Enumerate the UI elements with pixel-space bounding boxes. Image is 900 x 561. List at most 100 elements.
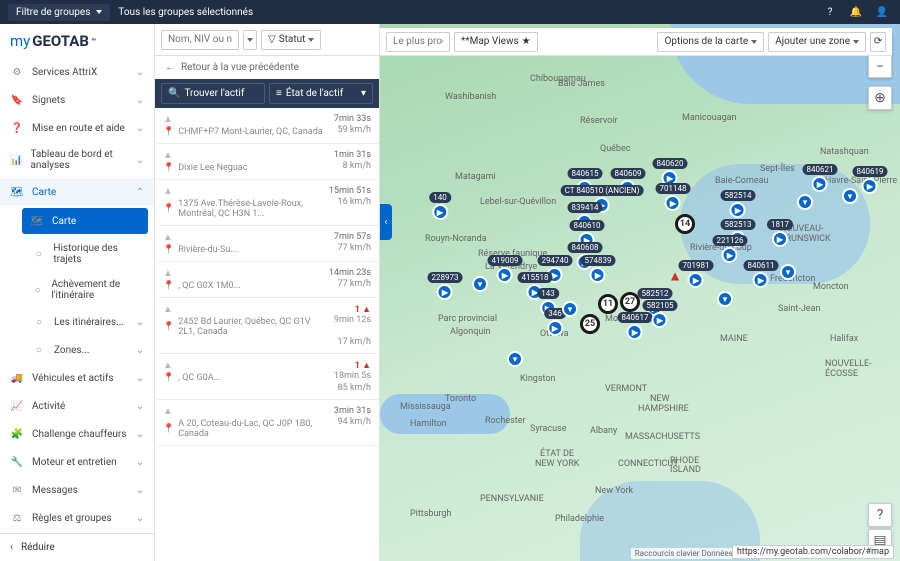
asset-item[interactable]: ▲7min 57s📍 Rivière-du-Su...77 km/h [155, 226, 379, 262]
chart-icon: 📈 [10, 399, 24, 413]
asset-item[interactable]: ▲1 ▲📍2452 Bd Laurier, Québec, QC G1V 2L1… [155, 298, 379, 354]
sidebar-sub-0[interactable]: 🗺Carte [22, 208, 148, 234]
asset-item[interactable]: ▲15min 51s📍1375 Ave.Thérèse-Lavoie-Roux,… [155, 180, 379, 226]
sidebar-item-9[interactable]: ✉Messages⌄ [0, 476, 154, 504]
map-marker[interactable]: 582105▶ [643, 300, 678, 328]
map-label: Réservoir [580, 116, 618, 126]
rules-icon: ⚖ [10, 511, 24, 525]
sidebar-item-4[interactable]: 🗺Carte⌃ [0, 178, 154, 206]
map-label: RHODE [670, 456, 699, 466]
map-marker[interactable]: ▼ [507, 351, 523, 367]
chevron-icon: ⌄ [136, 95, 144, 106]
map-marker[interactable]: 228973▶ [428, 272, 463, 300]
map-label: Moncton [813, 282, 849, 292]
map-label: Baie James [558, 79, 605, 89]
sidebar-sub-1[interactable]: ○Historique des trajets [22, 236, 154, 272]
asset-item[interactable]: ▲3min 31s📍A 20, Coteau-du-Lac, QC J0P 1B… [155, 400, 379, 446]
map-marker[interactable]: 701981▶ [679, 260, 714, 288]
map-cluster[interactable]: 27 [620, 292, 640, 312]
map-marker[interactable]: ▼ [780, 264, 796, 280]
engine-icon: 🔧 [10, 455, 24, 469]
locate-button[interactable]: ⊕ [868, 86, 892, 110]
map-cluster[interactable]: 11 [598, 294, 618, 314]
heading-icon: ▲ [163, 268, 173, 279]
find-asset-button[interactable]: 🔍 Trouver l'actif [161, 83, 265, 104]
heading-icon: ▲ [163, 406, 173, 417]
sidebar-sub-3[interactable]: ○Les itinéraires...⌄ [22, 308, 154, 336]
sidebar-item-8[interactable]: 🔧Moteur et entretien⌄ [0, 448, 154, 476]
map-label: MAINE [720, 334, 748, 344]
map-marker[interactable]: ▼ [717, 291, 733, 307]
refresh-button[interactable]: ⟳ [870, 32, 886, 52]
sidebar-item-6[interactable]: 📈Activité⌄ [0, 392, 154, 420]
pin-icon: 📍 [163, 163, 174, 173]
sidebar-item-1[interactable]: 🔖Signets⌄ [0, 86, 154, 114]
map-label: ÉTAT DE [540, 449, 574, 459]
map-label: Chibougamau [530, 74, 586, 84]
logo: myGEOTAB™ [0, 24, 154, 58]
sidebar-item-7[interactable]: 🧩Challenge chauffeurs⌄ [0, 420, 154, 448]
asset-item[interactable]: ▲1min 31s📍Dixie Lee Neguac8 km/h [155, 144, 379, 180]
add-zone-button[interactable]: Ajouter une zone [768, 32, 866, 52]
map-cluster[interactable]: 14 [675, 214, 695, 234]
chevron-icon: ⌄ [136, 123, 144, 134]
asset-item[interactable]: ▲14min 23s📍 , QC G0X 1M0...77 km/h [155, 262, 379, 298]
sidebar: myGEOTAB™ ⚙Services AttriX⌄🔖Signets⌄❓Mis… [0, 24, 155, 561]
map-options-button[interactable]: Options de la carte [657, 32, 764, 52]
heading-icon: ▲ [163, 150, 173, 161]
alert-marker[interactable]: ▲ [668, 268, 682, 285]
map[interactable]: ‹ Nouveau-ComptonChibougamauBaie JamesWa… [380, 24, 900, 561]
chevron-icon: ⌄ [136, 457, 144, 468]
map-marker[interactable]: 1817▶ [767, 219, 793, 247]
sidebar-sub-2[interactable]: ○Achèvement de l'itinéraire [22, 272, 154, 308]
gear-icon: ⚙ [10, 65, 24, 79]
user-icon[interactable]: 👤 [872, 2, 892, 22]
sidebar-item-3[interactable]: 📊Tableau de bord et analyses⌄ [0, 142, 154, 178]
map-marker[interactable]: 840621▶ [803, 164, 838, 192]
map-marker[interactable]: ▼ [472, 276, 488, 292]
group-filter-button[interactable]: Filtre de groupes [8, 4, 110, 21]
map-cluster[interactable]: 25 [580, 314, 600, 334]
zoom-out-button[interactable]: − [869, 55, 891, 77]
sidebar-item-0[interactable]: ⚙Services AttriX⌄ [0, 58, 154, 86]
map-help-button[interactable]: ? [868, 503, 892, 527]
map-marker[interactable]: 582514▶ [721, 190, 756, 218]
sidebar-sub-4[interactable]: ○Zones...⌄ [22, 336, 154, 364]
pin-icon: 📍 [163, 322, 174, 332]
bookmark-icon: 🔖 [10, 93, 24, 107]
map-marker[interactable]: 701148▶ [656, 183, 691, 211]
dashboard-icon: 📊 [10, 153, 22, 167]
map-marker[interactable]: 140▶ [429, 192, 451, 220]
map-label: Parc provincial [438, 314, 497, 324]
map-views-button[interactable]: **Map Views ★ [454, 32, 538, 52]
map-marker[interactable]: 840611▶ [744, 260, 779, 288]
collapse-panel-button[interactable]: ‹ [380, 204, 392, 240]
map-marker[interactable]: ▼ [842, 188, 858, 204]
asset-item[interactable]: ▲7min 33s📍CHMF+P7 Mont-Laurier, QC, Cana… [155, 108, 379, 144]
map-label: CONNECTICUT [618, 459, 679, 469]
asset-state-button[interactable]: ≡ État de l'actif ▾ [269, 83, 373, 104]
map-marker[interactable]: ▼ [797, 194, 813, 210]
status-filter-button[interactable]: ▽ Statut [261, 30, 321, 50]
heading-icon: ▲ [163, 186, 173, 197]
heading-icon: ▲ [163, 232, 173, 243]
help-icon[interactable]: ? [820, 2, 840, 22]
name-search-input[interactable] [161, 30, 239, 50]
pin-icon: 📍 [163, 127, 174, 137]
asset-item[interactable]: ▲1 ▲📍 , QC G0A...18min 5s85 km/h [155, 354, 379, 400]
truck-icon: 🚚 [10, 371, 24, 385]
sidebar-item-2[interactable]: ❓Mise en route et aide⌄ [0, 114, 154, 142]
back-button[interactable]: ← Retour à la vue précédente [155, 56, 379, 79]
sidebar-item-5[interactable]: 🚚Véhicules et actifs⌄ [0, 364, 154, 392]
name-search-more[interactable] [243, 30, 257, 50]
map-marker[interactable]: 840620▶ [653, 158, 688, 186]
map-marker[interactable]: ▼ [562, 301, 578, 317]
map-marker[interactable]: 574839▶ [581, 255, 616, 283]
reduce-button[interactable]: ‹ Réduire [0, 533, 154, 561]
bell-icon[interactable]: 🔔 [846, 2, 866, 22]
pin-icon: 📍 [163, 245, 174, 255]
puzzle-icon: 🧩 [10, 427, 24, 441]
sidebar-item-10[interactable]: ⚖Règles et groupes⌄ [0, 504, 154, 532]
nearest-input[interactable] [386, 32, 450, 52]
map-marker[interactable]: 221126▶ [713, 235, 748, 263]
